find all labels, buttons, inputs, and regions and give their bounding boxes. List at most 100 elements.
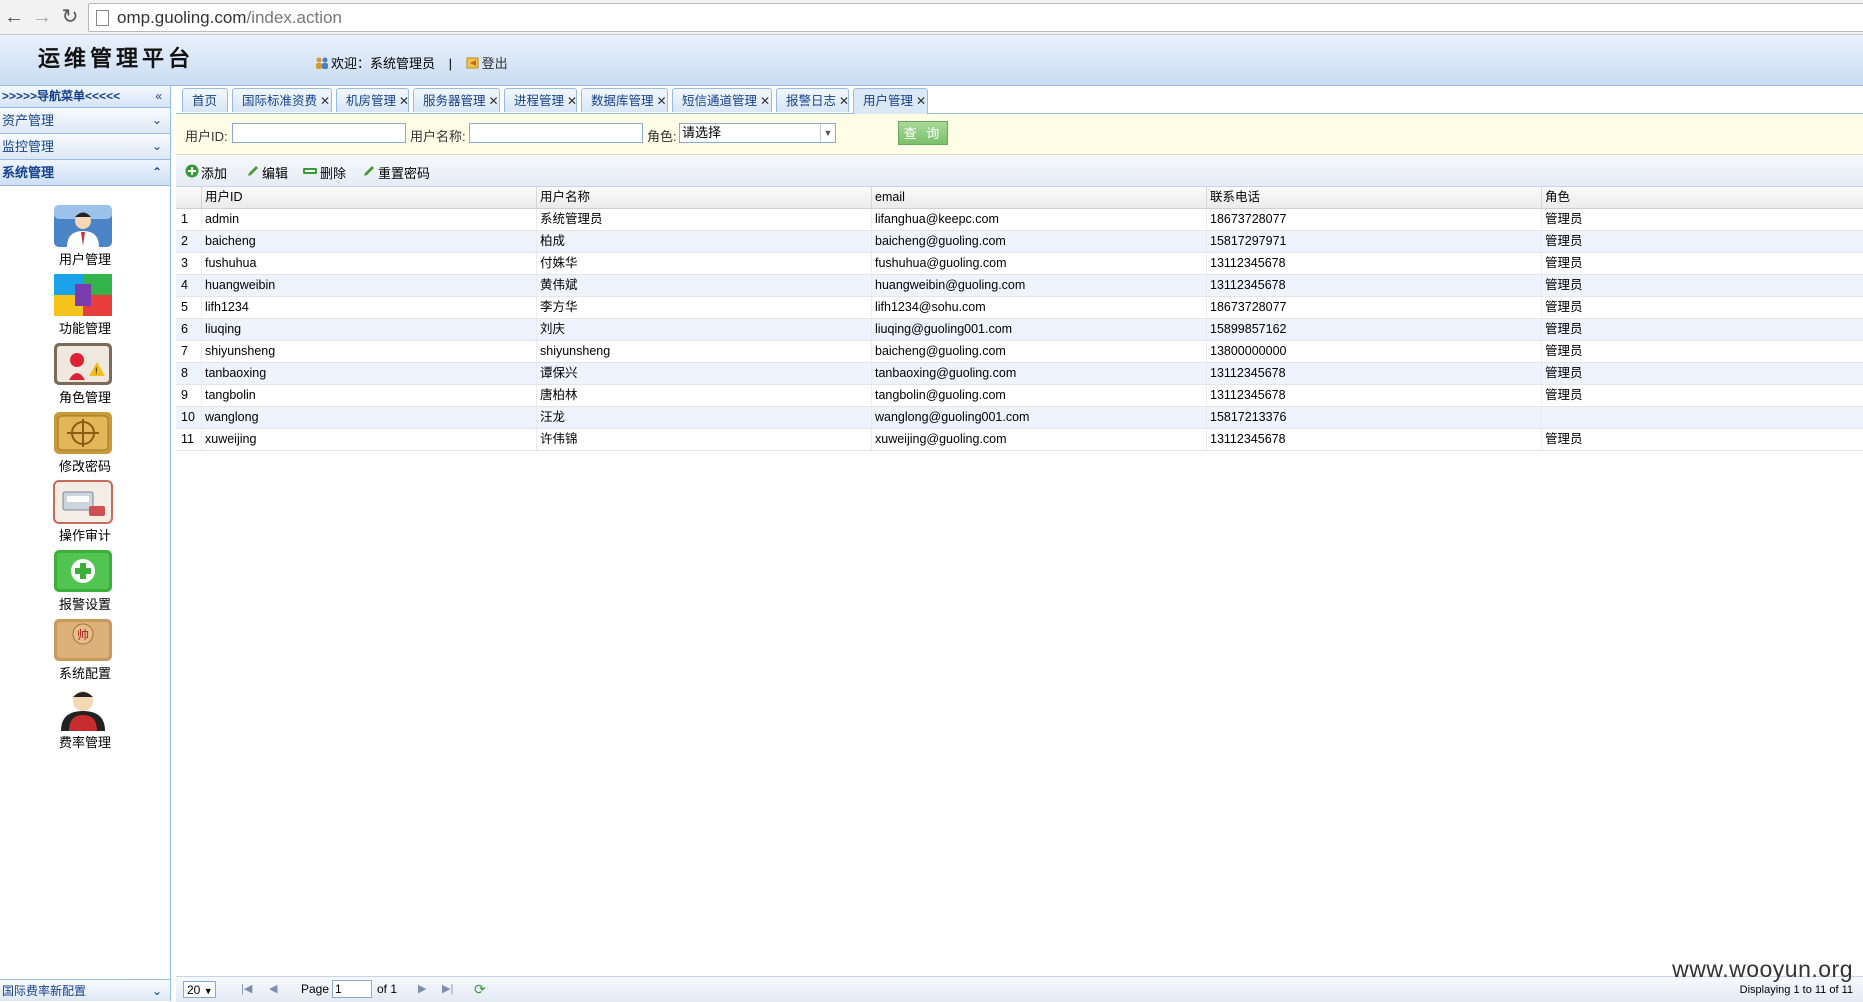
close-icon[interactable]: ✕: [320, 94, 330, 108]
menu-item-rate-management[interactable]: 费率管理: [0, 687, 170, 756]
table-row[interactable]: 5 lifh1234 李方华 lifh1234@sohu.com 18673728077…: [176, 297, 1863, 319]
close-icon[interactable]: ✕: [760, 94, 770, 108]
table-row[interactable]: 7 shiyunsheng shiyunsheng baicheng@guoling.…: [176, 341, 1863, 363]
users-icon: [316, 57, 328, 69]
close-icon[interactable]: ✕: [839, 94, 849, 108]
pencil-icon: [248, 166, 258, 176]
chevron-down-icon: ▼: [820, 124, 835, 142]
column-header[interactable]: 用户ID: [201, 187, 536, 208]
close-icon[interactable]: ✕: [916, 94, 926, 108]
tab-sms-channel-management[interactable]: 短信通道管理 ✕: [672, 88, 772, 112]
table-row[interactable]: 6 liuqing 刘庆 liuqing@guoling001.com 15899857…: [176, 319, 1863, 341]
reload-icon[interactable]: ↻: [58, 5, 82, 29]
accordion-label: 资产管理: [2, 113, 55, 128]
cell-email: wanglong@guoling001.com: [871, 407, 1206, 428]
column-header[interactable]: 角色: [1541, 187, 1863, 208]
prev-page-icon[interactable]: ◀: [269, 982, 277, 995]
role-label: 角色:: [647, 129, 677, 144]
refresh-icon[interactable]: ⟳: [474, 981, 486, 998]
table-row[interactable]: 9 tangbolin 唐柏林 tangbolin@guoling.com 131123…: [176, 385, 1863, 407]
table-row[interactable]: 10 wanglong 汪龙 wanglong@guoling001.com 15817…: [176, 407, 1863, 429]
menu-item-change-password[interactable]: 修改密码: [0, 411, 170, 480]
menu-item-user-management[interactable]: 用户管理: [0, 204, 170, 273]
user-grid: 用户ID 用户名称 email 联系电话 角色 1 admin 系统管理员 lifan…: [176, 187, 1863, 451]
row-number: 9: [181, 388, 188, 402]
last-page-icon[interactable]: ▶|: [442, 982, 453, 995]
reset-password-button[interactable]: 重置密码: [362, 163, 430, 182]
delete-button[interactable]: 删除: [302, 163, 346, 182]
column-header[interactable]: email: [871, 187, 1206, 208]
forward-icon[interactable]: →: [30, 5, 54, 29]
query-button[interactable]: 查 询: [898, 121, 948, 145]
alarm-icon: [54, 550, 112, 592]
cell-email: lifanghua@keepc.com: [871, 209, 1206, 230]
add-button[interactable]: 添加: [185, 163, 227, 182]
menu-item-operation-audit[interactable]: 操作审计: [0, 480, 170, 549]
cell-role: 管理员: [1541, 231, 1863, 252]
tab-home[interactable]: 首页: [182, 88, 228, 112]
app-title: 运维管理平台: [38, 46, 195, 72]
table-row[interactable]: 3 fushuhua 付姝华 fushuhua@guoling.com 13112345…: [176, 253, 1863, 275]
cell-email: xuweijing@guoling.com: [871, 429, 1206, 450]
user-name-input[interactable]: [469, 123, 643, 143]
address-bar[interactable]: omp.guoling.com/index.action: [88, 3, 1863, 32]
page-of-label: of 1: [377, 982, 398, 996]
next-page-icon[interactable]: ▶: [418, 982, 426, 995]
close-icon[interactable]: ✕: [657, 94, 667, 108]
rate-icon: [61, 691, 105, 731]
table-row[interactable]: 4 huangweibin 黄伟斌 huangweibin@guoling.com 13…: [176, 275, 1863, 297]
accordion-asset-management[interactable]: 资产管理 ⌄: [0, 108, 170, 134]
search-form: 用户ID: 用户名称: 角色: 请选择 ▼ 查 询: [176, 114, 1863, 155]
welcome-label: 欢迎：: [331, 56, 371, 71]
back-icon[interactable]: ←: [2, 5, 26, 29]
cell-phone: 13800000000: [1206, 341, 1541, 362]
tab-alarm-log[interactable]: 报警日志 ✕: [776, 88, 849, 112]
cell-email: baicheng@guoling.com: [871, 341, 1206, 362]
table-row[interactable]: 8 tanbaoxing 谭保兴 tanbaoxing@guoling.com 1311…: [176, 363, 1863, 385]
tab-database-management[interactable]: 数据库管理 ✕: [581, 88, 668, 112]
table-row[interactable]: 11 xuweijing 许伟锦 xuweijing@guoling.com 13112…: [176, 429, 1863, 451]
row-number: 2: [181, 234, 188, 248]
menu-item-system-config[interactable]: 帅 系统配置: [0, 618, 170, 687]
tab-server-management[interactable]: 服务器管理 ✕: [413, 88, 500, 112]
cell-id: admin: [201, 209, 536, 230]
column-header[interactable]: 用户名称: [536, 187, 871, 208]
page-size-select[interactable]: 20 ▼: [183, 981, 216, 998]
menu-item-role-management[interactable]: ! 角色管理: [0, 342, 170, 411]
accordion-monitor-management[interactable]: 监控管理 ⌄: [0, 134, 170, 160]
grid-body: 1 admin 系统管理员 lifanghua@keepc.com 1867372807…: [176, 209, 1863, 451]
cell-email: huangweibin@guoling.com: [871, 275, 1206, 296]
close-icon[interactable]: ✕: [489, 94, 499, 108]
accordion-system-management[interactable]: 系统管理 ⌃: [0, 160, 170, 186]
role-select[interactable]: 请选择 ▼: [679, 123, 836, 143]
page-number-input[interactable]: 1: [332, 980, 372, 998]
row-number: 6: [181, 322, 188, 336]
table-row[interactable]: 2 baicheng 柏成 baicheng@guoling.com 158172979…: [176, 231, 1863, 253]
current-user: 系统管理员: [370, 56, 436, 71]
close-icon[interactable]: ✕: [399, 94, 409, 108]
menu-item-function-management[interactable]: 功能管理: [0, 273, 170, 342]
table-row[interactable]: 1 admin 系统管理员 lifanghua@keepc.com 1867372807…: [176, 209, 1863, 231]
first-page-icon[interactable]: |◀: [241, 982, 252, 995]
cell-id: shiyunsheng: [201, 341, 536, 362]
cell-role: 管理员: [1541, 319, 1863, 340]
user-id-input[interactable]: [232, 123, 406, 143]
close-icon[interactable]: ✕: [567, 94, 577, 108]
tab-room-management[interactable]: 机房管理 ✕: [336, 88, 409, 112]
logout-link[interactable]: 登出: [466, 56, 508, 71]
grid-toolbar: 添加 编辑 删除 重置密码: [176, 155, 1863, 187]
cell-name: 谭保兴: [536, 363, 871, 384]
cell-role: 管理员: [1541, 297, 1863, 318]
cell-role: 管理员: [1541, 341, 1863, 362]
collapse-sidebar-icon[interactable]: «: [155, 86, 162, 107]
edit-button[interactable]: 编辑: [246, 163, 288, 182]
cell-id: xuweijing: [201, 429, 536, 450]
column-header[interactable]: 联系电话: [1206, 187, 1541, 208]
menu-item-alarm-settings[interactable]: 报警设置: [0, 549, 170, 618]
accordion-intl-rate-config[interactable]: 国际费率新配置 ⌄: [0, 979, 170, 1001]
chevron-down-icon: ⌄: [151, 139, 162, 153]
tab-intl-standard-rate[interactable]: 国际标准资费 ✕: [232, 88, 332, 112]
tab-user-management[interactable]: 用户管理 ✕: [853, 88, 928, 114]
tab-process-management[interactable]: 进程管理 ✕: [504, 88, 577, 112]
cell-phone: 13112345678: [1206, 385, 1541, 406]
